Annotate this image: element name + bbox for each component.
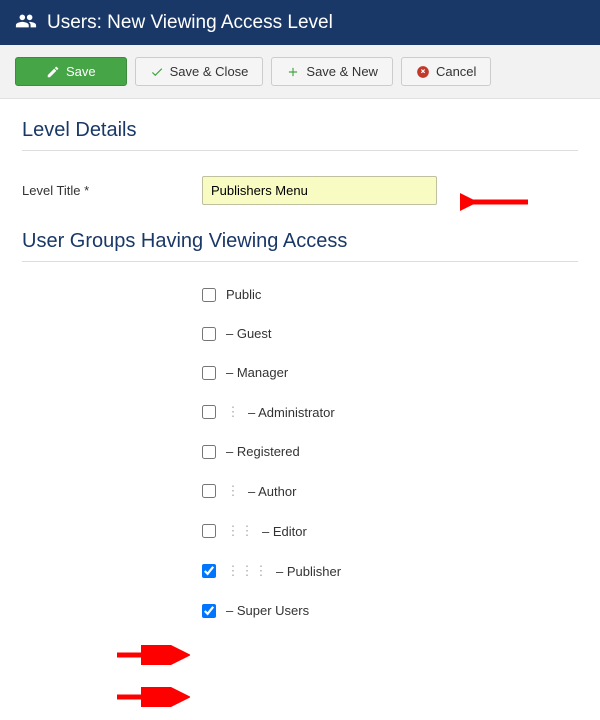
group-checkbox[interactable] — [202, 445, 216, 459]
group-item: – Super Users — [202, 603, 578, 618]
group-item: – Registered — [202, 444, 578, 459]
details-heading: Level Details — [22, 119, 578, 151]
group-item: – Guest — [202, 326, 578, 341]
page-title: Users: New Viewing Access Level — [47, 12, 333, 34]
group-checkbox[interactable] — [202, 366, 216, 380]
group-checkbox[interactable] — [202, 524, 216, 538]
save-close-label: Save & Close — [170, 64, 249, 79]
group-checkbox[interactable] — [202, 405, 216, 419]
group-label: – Manager — [226, 365, 288, 380]
indent-marker: ⋮ — [240, 563, 254, 579]
indent-marker: ⋮ — [226, 523, 240, 539]
save-label: Save — [66, 64, 96, 79]
indent-marker: ⋮ — [226, 483, 240, 499]
group-checkbox[interactable] — [202, 604, 216, 618]
group-item: Public — [202, 287, 578, 302]
group-checkbox[interactable] — [202, 564, 216, 578]
indent-marker: ⋮ — [254, 563, 268, 579]
save-close-button[interactable]: Save & Close — [135, 57, 264, 86]
group-label: – Super Users — [226, 603, 309, 618]
group-item: ⋮ – Author — [202, 483, 578, 499]
level-title-label: Level Title * — [22, 183, 202, 198]
group-checkbox[interactable] — [202, 327, 216, 341]
users-icon — [15, 10, 37, 35]
group-item: – Manager — [202, 365, 578, 380]
group-item: ⋮⋮ – Editor — [202, 523, 578, 539]
group-label: – Guest — [226, 326, 272, 341]
plus-icon — [286, 65, 300, 79]
group-label: – Editor — [262, 524, 307, 539]
group-item: ⋮ – Administrator — [202, 404, 578, 420]
groups-list: Public – Guest – Manager ⋮ – Administrator – … — [202, 287, 578, 618]
apply-icon — [46, 65, 60, 79]
page-header: Users: New Viewing Access Level — [0, 0, 600, 45]
group-item: ⋮⋮⋮– Publisher — [202, 563, 578, 579]
check-icon — [150, 65, 164, 79]
indent-marker: ⋮ — [240, 523, 254, 539]
group-checkbox[interactable] — [202, 288, 216, 302]
save-new-button[interactable]: Save & New — [271, 57, 393, 86]
level-title-input[interactable] — [202, 176, 437, 205]
group-label: – Registered — [226, 444, 300, 459]
content: Level Details Level Title * User Groups … — [0, 99, 600, 662]
group-label: Public — [226, 287, 261, 302]
cancel-label: Cancel — [436, 64, 476, 79]
save-button[interactable]: Save — [15, 57, 127, 86]
toolbar: Save Save & Close Save & New Cancel — [0, 45, 600, 99]
groups-heading: User Groups Having Viewing Access — [22, 230, 578, 262]
group-checkbox[interactable] — [202, 484, 216, 498]
group-label: – Administrator — [248, 405, 335, 420]
annotation-arrow-superusers — [115, 687, 190, 707]
annotation-arrow-publisher — [115, 645, 190, 665]
cancel-icon — [416, 65, 430, 79]
cancel-button[interactable]: Cancel — [401, 57, 491, 86]
save-new-label: Save & New — [306, 64, 378, 79]
annotation-arrow-title — [460, 190, 530, 214]
indent-marker: ⋮ — [226, 563, 240, 579]
group-label: – Publisher — [276, 564, 341, 579]
group-label: – Author — [248, 484, 296, 499]
indent-marker: ⋮ — [226, 404, 240, 420]
